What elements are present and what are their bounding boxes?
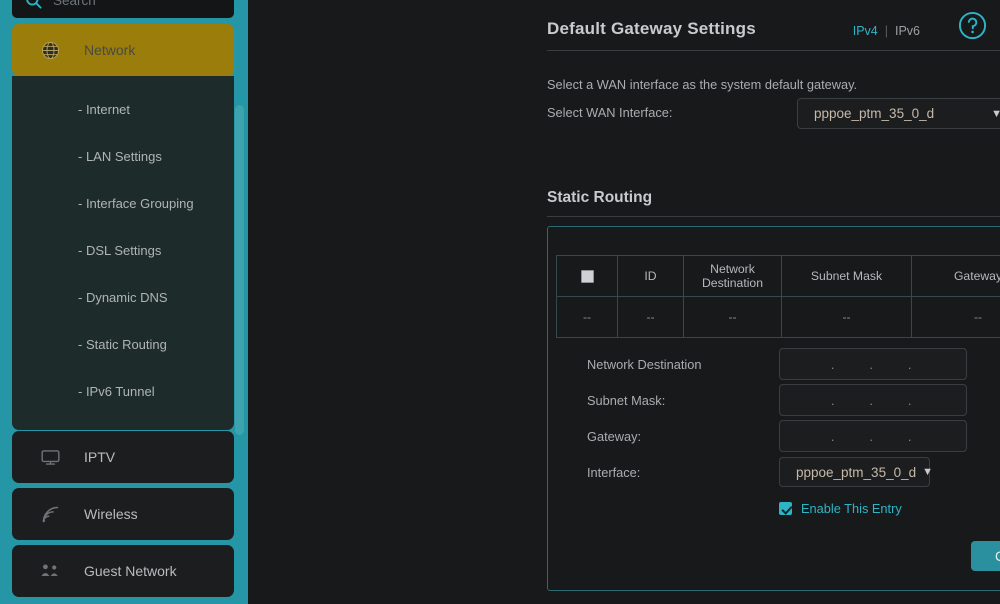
table-header-row: ID Network Destination Subnet Mask Gatew… [556, 255, 1000, 297]
column-id: ID [617, 255, 684, 297]
sidebar-subitem-dsl-settings[interactable]: - DSL Settings [12, 227, 234, 274]
sidebar-submenu-network: - Internet - LAN Settings - Interface Gr… [12, 76, 234, 430]
ip-dot-separator: . [907, 392, 912, 408]
ip-version-links: IPv4 | IPv6 [853, 24, 920, 38]
router-admin-page: Search Network - Internet - LAN Settings… [0, 0, 1000, 604]
select-all-cell[interactable] [556, 255, 618, 297]
gateway-label: Gateway: [587, 428, 642, 444]
sidebar-item-network[interactable]: Network [12, 24, 234, 76]
gateway-input[interactable]: . . . [779, 420, 967, 452]
sidebar-subitem-static-routing[interactable]: - Static Routing [12, 321, 234, 368]
main-content: Default Gateway Settings IPv4 | IPv6 Sel… [248, 0, 1000, 604]
sidebar-subitem-lan-settings[interactable]: - LAN Settings [12, 133, 234, 180]
static-routing-toolbar: Add Delete [548, 227, 1000, 255]
ipv4-link[interactable]: IPv4 [853, 24, 878, 38]
interface-row: Interface: pppoe_ptm_35_0_d ▼ [587, 457, 933, 487]
ip-dot-separator: . [869, 428, 873, 444]
wan-interface-select[interactable]: pppoe_ptm_35_0_d ▼ [797, 98, 1000, 129]
sidebar-subitem-ipv6-tunnel[interactable]: - IPv6 Tunnel [12, 368, 234, 415]
cell-id: -- [617, 296, 684, 338]
static-routing-title: Static Routing [547, 189, 653, 206]
wifi-icon [38, 502, 62, 526]
ipv6-link[interactable]: IPv6 [895, 24, 920, 38]
link-separator: | [884, 24, 888, 38]
subnet-mask-row: Subnet Mask: . . . [587, 384, 967, 416]
chevron-down-icon: ▼ [991, 107, 1000, 120]
help-circle-icon[interactable] [957, 10, 988, 41]
network-destination-input[interactable]: . . . [779, 348, 967, 380]
sidebar-subitem-dynamic-dns[interactable]: - Dynamic DNS [12, 274, 234, 321]
sidebar-item-iptv[interactable]: IPTV [12, 431, 234, 483]
cell-subnet-mask: -- [781, 296, 912, 338]
sidebar-item-label: Wireless [84, 506, 138, 522]
enable-entry-label: Enable This Entry [801, 501, 902, 516]
enable-entry-row[interactable]: Enable This Entry [779, 501, 902, 516]
monitor-icon [38, 445, 62, 469]
sidebar: Search Network - Internet - LAN Settings… [0, 0, 248, 604]
column-gateway: Gateway [911, 255, 1000, 297]
ip-dot-separator: . [869, 356, 873, 372]
ip-dot-separator: . [830, 428, 835, 444]
sidebar-item-label: Guest Network [84, 563, 177, 579]
column-subnet-mask: Subnet Mask [781, 255, 912, 297]
ip-dot-separator: . [907, 356, 912, 372]
sidebar-subitem-interface-grouping[interactable]: - Interface Grouping [12, 180, 234, 227]
table-row: -- -- -- -- -- -- -- [556, 296, 1000, 338]
enable-entry-checkbox[interactable] [779, 502, 792, 515]
interface-select[interactable]: pppoe_ptm_35_0_d ▼ [779, 457, 933, 487]
cell-gateway: -- [911, 296, 1000, 338]
cancel-button[interactable]: Cancel [971, 541, 1000, 571]
network-destination-row: Network Destination . . . [587, 348, 967, 380]
interface-value: pppoe_ptm_35_0_d [796, 464, 917, 480]
search-input[interactable]: Search [12, 0, 234, 18]
gateway-description: Select a WAN interface as the system def… [547, 77, 858, 92]
select-all-checkbox[interactable] [580, 270, 594, 284]
sidebar-item-label: Network [84, 42, 136, 58]
subnet-mask-label: Subnet Mask: [587, 392, 666, 408]
wan-interface-value: pppoe_ptm_35_0_d [814, 106, 935, 121]
network-destination-label: Network Destination [587, 356, 702, 372]
search-icon [24, 0, 43, 10]
column-network-destination: Network Destination [683, 255, 782, 297]
subnet-mask-input[interactable]: . . . [779, 384, 967, 416]
interface-label: Interface: [587, 464, 641, 480]
cell-network-destination: -- [683, 296, 782, 338]
sidebar-item-guest-network[interactable]: Guest Network [12, 545, 234, 597]
ip-dot-separator: . [869, 392, 873, 408]
static-routing-table: ID Network Destination Subnet Mask Gatew… [556, 255, 1000, 338]
cell-select: -- [556, 296, 618, 338]
sidebar-subitem-internet[interactable]: - Internet [12, 86, 234, 133]
sidebar-scrollbar-thumb[interactable] [235, 105, 244, 435]
search-placeholder: Search [53, 0, 96, 8]
ip-dot-separator: . [830, 392, 835, 408]
ip-dot-separator: . [830, 356, 835, 372]
section-divider [547, 216, 1000, 217]
header-divider [547, 50, 1000, 51]
gateway-row: Gateway: . . . [587, 420, 967, 452]
guest-users-icon [38, 559, 62, 583]
globe-icon [38, 38, 62, 62]
sidebar-item-wireless[interactable]: Wireless [12, 488, 234, 540]
wan-interface-label: Select WAN Interface: [547, 105, 673, 120]
chevron-down-icon: ▼ [922, 466, 933, 478]
sidebar-item-label: IPTV [84, 449, 116, 465]
ip-dot-separator: . [907, 428, 912, 444]
page-title: Default Gateway Settings [547, 19, 756, 38]
